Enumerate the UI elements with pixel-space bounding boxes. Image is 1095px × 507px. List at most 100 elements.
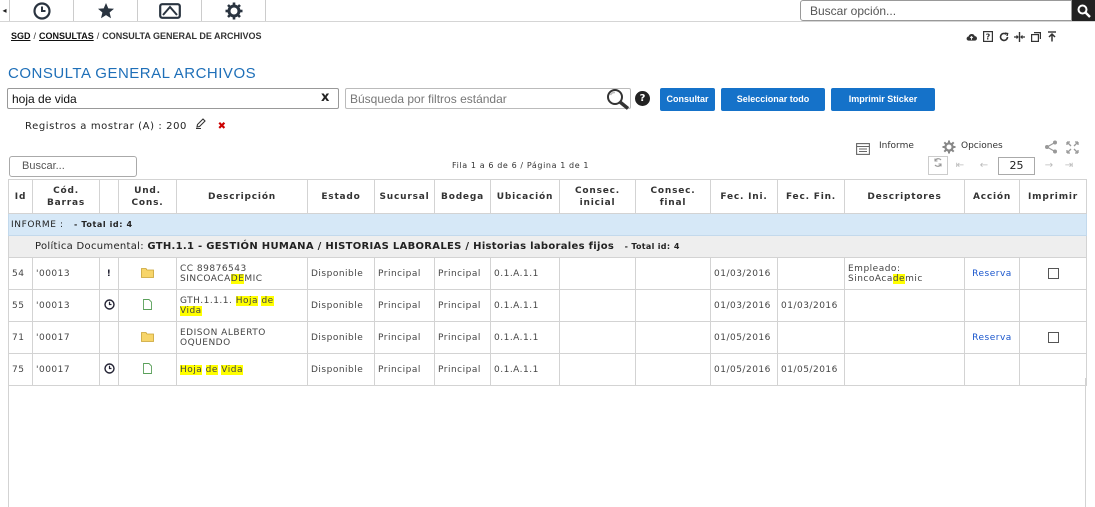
group-total-label: - Total id:: [624, 242, 671, 251]
col-location[interactable]: Ubicación: [490, 179, 560, 214]
select-all-button[interactable]: Seleccionar todo: [721, 88, 825, 111]
cell-branch: Principal: [374, 289, 435, 322]
desc-highlight: DE: [230, 273, 245, 284]
tab-history[interactable]: [10, 0, 74, 21]
file-icon[interactable]: [143, 298, 152, 310]
cell-status: Disponible: [307, 289, 375, 322]
col-initial-seq[interactable]: Consec. inicial: [559, 179, 636, 214]
cell-id: 71: [8, 321, 33, 354]
consultar-button[interactable]: Consultar: [660, 88, 715, 111]
collapse-arrow-icon[interactable]: ◂: [0, 0, 10, 21]
cell-initial-seq: [559, 289, 636, 322]
cell-id: 54: [8, 257, 33, 290]
last-page-icon[interactable]: ⇥: [1061, 160, 1077, 171]
cell-end-date: [777, 257, 845, 290]
scroll-top-icon[interactable]: [1046, 30, 1057, 43]
magnifier-icon[interactable]: [605, 88, 631, 114]
tab-favorites[interactable]: [74, 0, 138, 21]
col-barcode[interactable]: Cód. Barras: [32, 179, 100, 214]
edit-pencil-icon[interactable]: [195, 118, 206, 132]
col-end-date[interactable]: Fec. Fin.: [777, 179, 845, 214]
report-label[interactable]: Informe: [879, 141, 914, 151]
first-page-icon[interactable]: ⇤: [948, 160, 972, 171]
cell-unit: [118, 289, 177, 322]
table-empty-area: [8, 378, 1086, 507]
col-final-seq[interactable]: Consec. final: [635, 179, 711, 214]
table-search-input[interactable]: Buscar...: [9, 156, 137, 177]
folder-icon[interactable]: [141, 267, 154, 278]
remove-icon[interactable]: ✖: [218, 121, 227, 132]
tab-modules[interactable]: [138, 0, 202, 21]
cell-final-seq: [635, 321, 711, 354]
print-checkbox[interactable]: [1047, 332, 1059, 343]
folder-icon[interactable]: [141, 331, 154, 342]
standard-filter-input[interactable]: Búsqueda por filtros estándar: [345, 88, 631, 109]
desc-highlight: Hoja: [180, 364, 203, 375]
desc-text-end: MIC: [244, 273, 263, 284]
cell-initial-seq: [559, 257, 636, 290]
print-checkbox[interactable]: [1047, 268, 1059, 279]
col-id[interactable]: Id: [8, 179, 33, 214]
breadcrumb-section[interactable]: CONSULTAS: [39, 31, 94, 41]
rows-per-page-input[interactable]: 25: [998, 156, 1035, 175]
file-icon[interactable]: [143, 362, 152, 374]
band-total-count: 4: [126, 219, 133, 229]
next-page-icon[interactable]: →: [1037, 160, 1061, 171]
desc-highlight: de: [261, 295, 274, 306]
cell-final-seq: [635, 289, 711, 322]
new-window-icon[interactable]: [1030, 30, 1041, 43]
clock-icon: [103, 362, 115, 374]
refresh-icon[interactable]: [998, 30, 1009, 43]
col-descriptors[interactable]: Descriptores: [844, 179, 965, 214]
cell-unit: [118, 257, 177, 290]
options-label[interactable]: Opciones: [961, 141, 1003, 151]
report-icon[interactable]: [856, 140, 870, 159]
query-input[interactable]: hoja de vida: [7, 88, 339, 109]
option-search-button[interactable]: [1072, 0, 1095, 21]
option-search-input[interactable]: Buscar opción...: [800, 0, 1072, 21]
print-sticker-button[interactable]: Imprimir Sticker: [831, 88, 935, 111]
col-print[interactable]: Imprimir: [1019, 179, 1087, 214]
col-action[interactable]: Acción: [964, 179, 1020, 214]
prev-page-icon[interactable]: ←: [972, 160, 996, 171]
desc-text: SINCOACA: [180, 273, 231, 284]
cell-status: Disponible: [307, 321, 375, 354]
page-tools: ?: [966, 30, 1057, 43]
desc-highlight: Hoja: [235, 295, 259, 306]
desc-highlight: de: [205, 364, 218, 375]
cell-barcode: '00013: [32, 289, 100, 322]
refresh-grid-button[interactable]: [928, 156, 948, 175]
split-columns-icon[interactable]: [1014, 30, 1025, 43]
cell-warehouse: Principal: [434, 257, 491, 290]
descr-text-end: mic: [905, 273, 923, 284]
col-unit[interactable]: Und. Cons.: [118, 179, 177, 214]
table-row[interactable]: 71 '00017 EDISON ALBERTO OQUENDO Disponi…: [8, 321, 1087, 354]
table-row[interactable]: 54 '00013 ! CC 89876543 SINCOACADEMIC Di…: [8, 257, 1087, 290]
cloud-upload-icon[interactable]: [966, 30, 977, 43]
cell-warehouse: Principal: [434, 321, 491, 354]
desc-line2: OQUENDO: [180, 337, 231, 348]
breadcrumb: SGD / CONSULTAS / CONSULTA GENERAL DE ARCHIV…: [11, 31, 262, 41]
reserve-link[interactable]: Reserva: [972, 269, 1012, 279]
cell-description: CC 89876543 SINCOACADEMIC: [176, 257, 308, 290]
group-prefix: Política Documental:: [35, 241, 144, 252]
reserve-link[interactable]: Reserva: [972, 333, 1012, 343]
cell-flag: [99, 289, 119, 322]
cell-description: GTH.1.1.1. Hoja de Vida: [176, 289, 308, 322]
col-flag: [99, 179, 119, 214]
descr-line1: Empleado:: [848, 263, 901, 274]
col-description[interactable]: Descripción: [176, 179, 308, 214]
col-warehouse[interactable]: Bodega: [434, 179, 491, 214]
col-status[interactable]: Estado: [307, 179, 375, 214]
table-row[interactable]: 55 '00013 GTH.1.1.1. Hoja de Vida Dispon…: [8, 289, 1087, 322]
cell-print: [1019, 289, 1087, 322]
col-start-date[interactable]: Fec. Ini.: [710, 179, 778, 214]
records-value: 200: [166, 121, 187, 132]
cell-print: [1019, 257, 1087, 290]
col-branch[interactable]: Sucursal: [374, 179, 435, 214]
tab-settings[interactable]: [202, 0, 266, 21]
clear-query-icon[interactable]: x: [321, 90, 329, 105]
breadcrumb-root[interactable]: SGD: [11, 31, 31, 41]
help-box-icon[interactable]: ?: [982, 30, 993, 43]
help-icon[interactable]: ?: [635, 91, 650, 106]
